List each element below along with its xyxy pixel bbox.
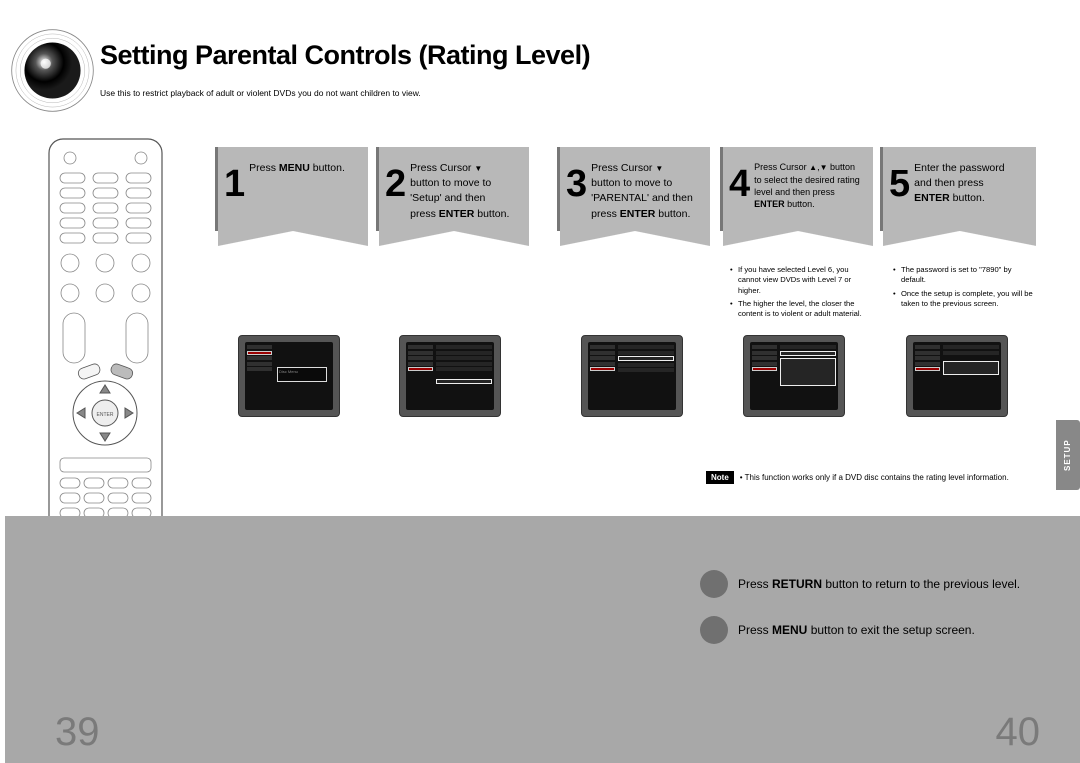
footer-line-menu: Press MENU button to exit the setup scre…: [700, 616, 975, 644]
step-text: Press MENU button.: [249, 161, 345, 176]
svg-text:ENTER: ENTER: [97, 412, 114, 418]
step-number: 1: [224, 165, 245, 203]
tv-screenshot-2: [399, 335, 501, 417]
note-item: The higher the level, the closer the con…: [730, 299, 865, 320]
step-text: Press Cursor ▼button to move to'Setup' a…: [410, 161, 509, 222]
step-4-notes: If you have selected Level 6, you cannot…: [730, 265, 865, 322]
page-number-left: 39: [55, 710, 100, 755]
tv-screenshot-4: [743, 335, 845, 417]
footer-text: Press MENU button to exit the setup scre…: [738, 623, 975, 637]
step-number: 2: [385, 165, 406, 203]
step-text: Press Cursor ▼button to move to'PARENTAL…: [591, 161, 693, 222]
side-tab-setup: SETUP: [1056, 420, 1080, 490]
note-item: Once the setup is complete, you will be …: [893, 289, 1038, 310]
footer-text: Press RETURN button to return to the pre…: [738, 577, 1020, 591]
step-5: 5 Enter the passwordand then pressENTER …: [880, 147, 1036, 231]
circle-icon: [700, 616, 728, 644]
footer-line-return: Press RETURN button to return to the pre…: [700, 570, 1020, 598]
page-number-right: 40: [996, 710, 1041, 755]
page-title: Setting Parental Controls (Rating Level): [100, 40, 590, 71]
note-text: This function works only if a DVD disc c…: [740, 473, 1009, 482]
step-number: 5: [889, 165, 910, 203]
note-item: The password is set to "7890" by default…: [893, 265, 1038, 286]
circle-icon: [700, 570, 728, 598]
note-box: Note This function works only if a DVD d…: [706, 471, 1009, 484]
note-item: If you have selected Level 6, you cannot…: [730, 265, 865, 296]
step-text: Press Cursor ▲,▼ buttonto select the des…: [754, 161, 860, 210]
speaker-icon: [10, 28, 95, 113]
tv-screenshot-3: [581, 335, 683, 417]
step-text: Enter the passwordand then pressENTER bu…: [914, 161, 1004, 207]
page-subtitle: Use this to restrict playback of adult o…: [100, 88, 421, 98]
step-5-notes: The password is set to "7890" by default…: [893, 265, 1038, 312]
step-number: 3: [566, 165, 587, 203]
note-label: Note: [706, 471, 734, 484]
step-2: 2 Press Cursor ▼button to move to'Setup'…: [376, 147, 529, 231]
step-4: 4 Press Cursor ▲,▼ buttonto select the d…: [720, 147, 873, 231]
step-3: 3 Press Cursor ▼button to move to'PARENT…: [557, 147, 710, 231]
tv-screenshot-1: Disc Menu: [238, 335, 340, 417]
step-number: 4: [729, 165, 750, 203]
tv-screenshot-5: [906, 335, 1008, 417]
step-1: 1 Press MENU button.: [215, 147, 368, 231]
